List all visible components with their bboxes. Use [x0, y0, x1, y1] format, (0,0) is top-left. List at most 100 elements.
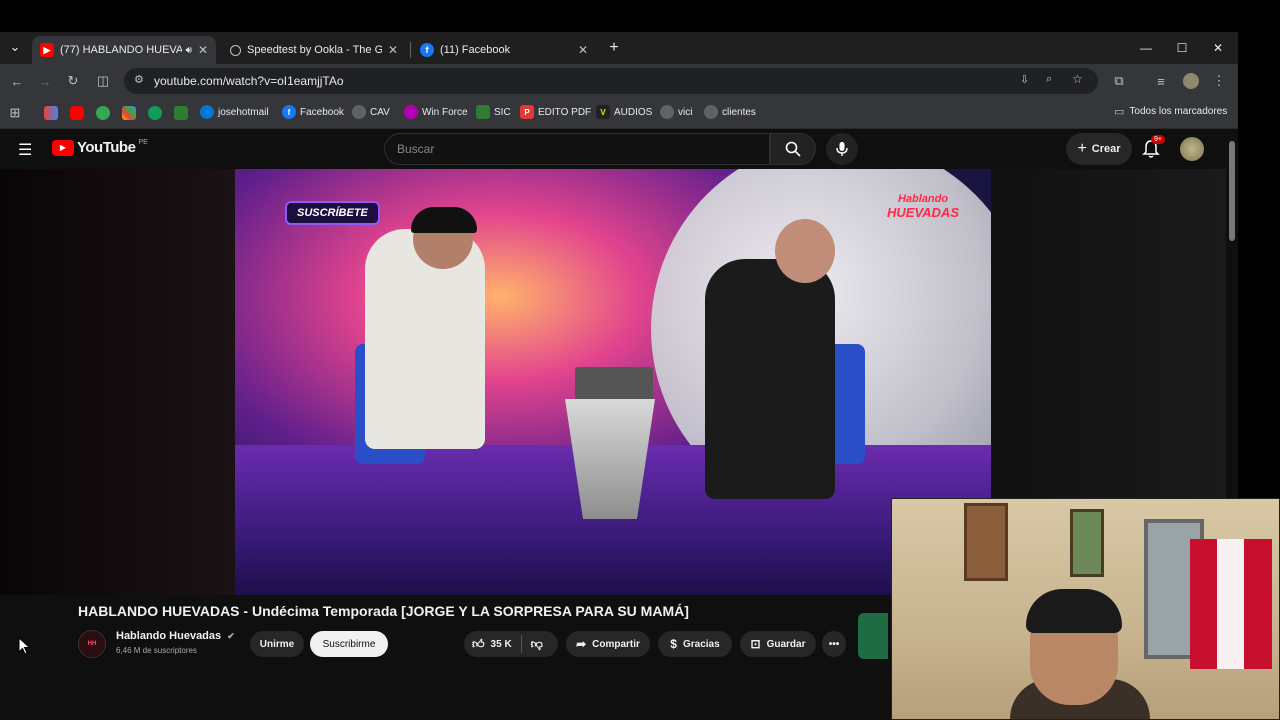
dislike-icon[interactable]: 👎︎ [531, 637, 543, 652]
search-button[interactable] [770, 133, 816, 165]
bookmark-vici[interactable]: vici [660, 105, 692, 119]
maps-bookmark-icon[interactable] [96, 106, 110, 120]
brand-line-2: HUEVADAS [887, 204, 959, 220]
subscribe-label: Suscribirme [322, 638, 376, 650]
like-dislike-group: 👍︎ 35 K 👎︎ [464, 631, 558, 657]
webcam-person-hair [1026, 589, 1122, 633]
maximize-icon[interactable]: ☐ [1172, 38, 1192, 58]
bookmark-cav[interactable]: CAV [352, 105, 390, 119]
browser-window: ⌄ ▶ (77) HABLANDO HUEVADAS 🔊︎ ✕ Speedtes… [0, 32, 1238, 129]
back-icon[interactable]: ← [8, 72, 26, 90]
country-code: PE [138, 139, 148, 146]
subscribe-button[interactable]: Suscribirme [310, 631, 388, 657]
brand-line-1: Hablando [897, 193, 949, 205]
more-actions-button[interactable]: ••• [822, 631, 846, 657]
folder-icon: ▭ [1114, 106, 1125, 118]
gmail-bookmark-icon[interactable] [44, 106, 58, 120]
voice-search-button[interactable] [826, 133, 858, 165]
thanks-icon: $ [670, 637, 677, 651]
bookmark-josehotmail[interactable]: josehotmail [200, 105, 269, 119]
scrollbar-thumb[interactable] [1229, 141, 1235, 241]
bookmark-label: Win Force [422, 106, 468, 118]
chrome-web-store-bookmark-icon[interactable] [148, 106, 162, 120]
youtube-bookmark-icon[interactable] [70, 106, 84, 120]
thanks-button[interactable]: $ Gracias [658, 631, 732, 657]
bookmark-win-force[interactable]: Win Force [404, 105, 468, 119]
url-text[interactable]: youtube.com/watch?v=oI1eamjjTAo [154, 74, 344, 88]
close-window-icon[interactable]: ✕ [1208, 38, 1228, 58]
extensions-icon[interactable]: ⧉ [1110, 72, 1128, 90]
side-panel-thumbnail[interactable] [858, 613, 888, 659]
tab-facebook[interactable]: f (11) Facebook ✕ [412, 36, 596, 64]
create-button[interactable]: + Crear [1066, 133, 1132, 165]
tab-strip: ⌄ ▶ (77) HABLANDO HUEVADAS 🔊︎ ✕ Speedtes… [0, 32, 1238, 64]
youtube-logo[interactable]: ▶ YouTube PE [52, 139, 148, 156]
search-box[interactable] [384, 133, 770, 165]
address-bar[interactable]: ⚙ youtube.com/watch?v=oI1eamjjTAo ⇩ ⌕ ☆ [124, 68, 1098, 94]
hamburger-menu-icon[interactable]: ☰ [18, 140, 32, 160]
like-icon[interactable]: 👍︎ [472, 637, 485, 652]
pdf-icon: P [520, 105, 534, 119]
video-frame[interactable]: SUSCRÍBETE Hablando HUEVADAS [235, 169, 991, 595]
account-avatar[interactable] [1180, 137, 1204, 161]
subscribe-overlay: SUSCRÍBETE [285, 201, 380, 225]
logo-text: YouTube [77, 139, 136, 156]
save-playlist-icon: ⊡ [750, 637, 761, 651]
channel-name[interactable]: Hablando Huevadas ✔ [116, 630, 235, 642]
bookmark-edito-pdf[interactable]: P EDITO PDF [520, 105, 591, 119]
reload-icon[interactable]: ↻ [64, 72, 82, 90]
minimize-icon[interactable]: — [1136, 38, 1156, 58]
notifications-button[interactable]: 9+ [1142, 135, 1165, 159]
forward-icon[interactable]: → [36, 72, 54, 90]
close-tab-icon[interactable]: ✕ [388, 43, 398, 57]
tab-title: (11) Facebook [440, 44, 511, 56]
sic-icon [476, 105, 490, 119]
tab-search-icon[interactable]: ⌄ [6, 38, 24, 56]
split-view-icon[interactable]: ◫ [94, 72, 112, 90]
webcam-overlay [891, 498, 1280, 720]
media-controls-icon[interactable]: ≡ [1152, 72, 1170, 90]
check-bookmark-icon[interactable] [174, 106, 188, 120]
bookmark-label: vici [678, 106, 693, 118]
site-info-icon[interactable]: ⚙ [134, 73, 144, 86]
share-button[interactable]: ➦ Compartir [566, 631, 650, 657]
tab-divider [410, 42, 411, 58]
bookmark-audios[interactable]: V AUDIOS [596, 105, 652, 119]
close-tab-icon[interactable]: ✕ [198, 43, 208, 57]
bookmark-label: josehotmail [218, 106, 269, 118]
tab-youtube[interactable]: ▶ (77) HABLANDO HUEVADAS 🔊︎ ✕ [32, 36, 216, 64]
bookmark-label: SIC [494, 106, 511, 118]
navigation-toolbar: ← → ↻ ◫ ⚙ youtube.com/watch?v=oI1eamjjTA… [0, 64, 1238, 98]
webcam-painting-left [964, 503, 1008, 581]
photos-bookmark-icon[interactable] [122, 106, 136, 120]
facebook-icon: f [282, 105, 296, 119]
youtube-play-icon: ▶ [52, 139, 74, 156]
profile-avatar[interactable] [1183, 73, 1199, 89]
tab-title: Speedtest by Ookla - The Global [247, 44, 382, 56]
menu-kebab-icon[interactable]: ⋮ [1210, 72, 1228, 90]
new-tab-icon[interactable]: + [604, 38, 624, 58]
channel-avatar[interactable]: HH [78, 630, 106, 658]
tab-title: (77) HABLANDO HUEVADAS [60, 44, 182, 56]
install-app-icon[interactable]: ⇩ [1020, 73, 1029, 86]
like-count[interactable]: 35 K [491, 639, 512, 650]
zoom-icon[interactable]: ⌕ [1046, 73, 1052, 86]
all-bookmarks-folder[interactable]: ▭ Todos los marcadores [1114, 105, 1227, 118]
bookmark-facebook[interactable]: f Facebook [282, 105, 344, 119]
audio-playing-icon[interactable]: 🔊︎ [186, 45, 192, 56]
bookmark-star-icon[interactable]: ☆ [1072, 72, 1083, 86]
close-tab-icon[interactable]: ✕ [578, 43, 588, 57]
create-label: Crear [1091, 143, 1121, 155]
bookmark-clientes[interactable]: clientes [704, 105, 756, 119]
save-button[interactable]: ⊡ Guardar [740, 631, 816, 657]
join-button[interactable]: Unirme [250, 631, 304, 657]
mouse-cursor-icon [18, 637, 31, 655]
youtube-header: ☰ ▶ YouTube PE + Crear 9+ [0, 129, 1238, 169]
search-input[interactable] [385, 134, 769, 164]
webcam-painting-center [1070, 509, 1104, 577]
apps-grid-icon[interactable]: ⊞ [6, 104, 24, 122]
bookmark-sic[interactable]: SIC [476, 105, 511, 119]
screen: ⌄ ▶ (77) HABLANDO HUEVADAS 🔊︎ ✕ Speedtes… [0, 0, 1280, 720]
tab-speedtest[interactable]: Speedtest by Ookla - The Global ✕ [222, 36, 406, 64]
like-divider [520, 635, 522, 653]
